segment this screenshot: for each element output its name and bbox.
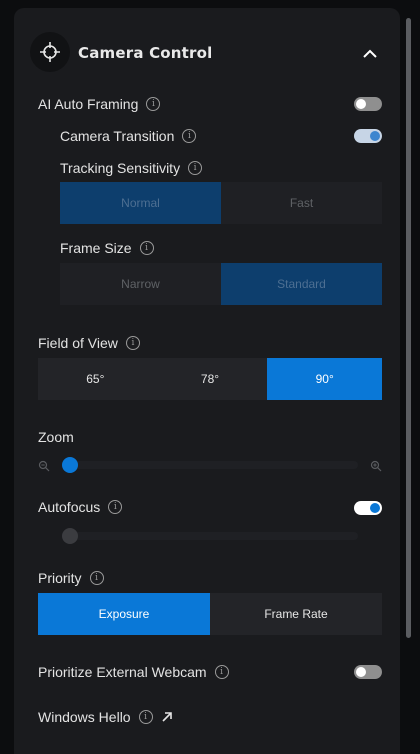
option-fov-78[interactable]: 78° — [152, 358, 268, 400]
tracking-sensitivity-row: Tracking Sensitivity i — [60, 160, 203, 176]
zoom-slider-thumb[interactable] — [62, 457, 78, 473]
camera-transition-label: Camera Transition — [60, 128, 175, 144]
info-icon[interactable]: i — [138, 710, 153, 724]
option-fov-90[interactable]: 90° — [267, 358, 383, 400]
section-header[interactable]: Camera Control — [14, 28, 400, 82]
info-icon[interactable]: i — [182, 129, 197, 143]
camera-transition-row: Camera Transition i — [60, 128, 197, 144]
priority-row: Priority i — [38, 570, 104, 586]
prioritize-external-webcam-toggle[interactable] — [354, 665, 382, 679]
autofocus-label: Autofocus — [38, 499, 101, 515]
info-icon[interactable]: i — [89, 571, 104, 585]
zoom-row: Zoom — [38, 429, 74, 445]
info-icon[interactable]: i — [214, 665, 229, 679]
info-icon[interactable]: i — [146, 97, 161, 111]
frame-size-label: Frame Size — [60, 240, 132, 256]
ai-auto-framing-toggle[interactable] — [354, 97, 382, 111]
option-fov-65[interactable]: 65° — [38, 358, 153, 400]
ai-auto-framing-row: AI Auto Framing i — [38, 96, 161, 112]
prioritize-external-webcam-label: Prioritize External Webcam — [38, 664, 207, 680]
option-exposure[interactable]: Exposure — [38, 593, 210, 635]
option-normal[interactable]: Normal — [60, 182, 221, 224]
tracking-sensitivity-label: Tracking Sensitivity — [60, 160, 181, 176]
autofocus-row: Autofocus i — [38, 499, 123, 515]
info-icon[interactable]: i — [188, 161, 203, 175]
chevron-up-icon[interactable] — [358, 42, 382, 66]
scrollbar[interactable] — [406, 18, 411, 638]
focus-slider-track — [62, 532, 358, 540]
info-icon[interactable]: i — [139, 241, 154, 255]
frame-size-row: Frame Size i — [60, 240, 154, 256]
option-frame-rate[interactable]: Frame Rate — [210, 593, 382, 635]
frame-size-selector: Narrow Standard — [60, 263, 382, 305]
windows-hello-label[interactable]: Windows Hello — [38, 709, 131, 725]
external-link-icon[interactable] — [161, 711, 173, 723]
priority-selector: Exposure Frame Rate — [38, 593, 382, 635]
autofocus-toggle[interactable] — [354, 501, 382, 515]
zoom-in-icon[interactable] — [370, 459, 382, 472]
zoom-out-icon[interactable] — [38, 459, 50, 472]
tracking-sensitivity-selector: Normal Fast — [60, 182, 382, 224]
field-of-view-row: Field of View i — [38, 335, 140, 351]
info-icon[interactable]: i — [108, 500, 123, 514]
camera-crosshair-icon — [30, 32, 70, 72]
camera-control-panel: Camera Control AI Auto Framing i Camera … — [14, 8, 400, 754]
windows-hello-row[interactable]: Windows Hello i — [38, 709, 173, 725]
focus-slider-thumb — [62, 528, 78, 544]
camera-transition-toggle[interactable] — [354, 129, 382, 143]
priority-label: Priority — [38, 570, 82, 586]
option-standard[interactable]: Standard — [221, 263, 382, 305]
zoom-slider-track[interactable] — [62, 461, 358, 469]
field-of-view-selector: 65° 78° 90° — [38, 358, 383, 400]
section-title: Camera Control — [78, 44, 213, 62]
field-of-view-label: Field of View — [38, 335, 118, 351]
option-fast[interactable]: Fast — [221, 182, 382, 224]
option-narrow[interactable]: Narrow — [60, 263, 221, 305]
prioritize-external-webcam-row: Prioritize External Webcam i — [38, 664, 229, 680]
ai-auto-framing-label: AI Auto Framing — [38, 96, 139, 112]
zoom-label: Zoom — [38, 429, 74, 445]
info-icon[interactable]: i — [125, 336, 140, 350]
